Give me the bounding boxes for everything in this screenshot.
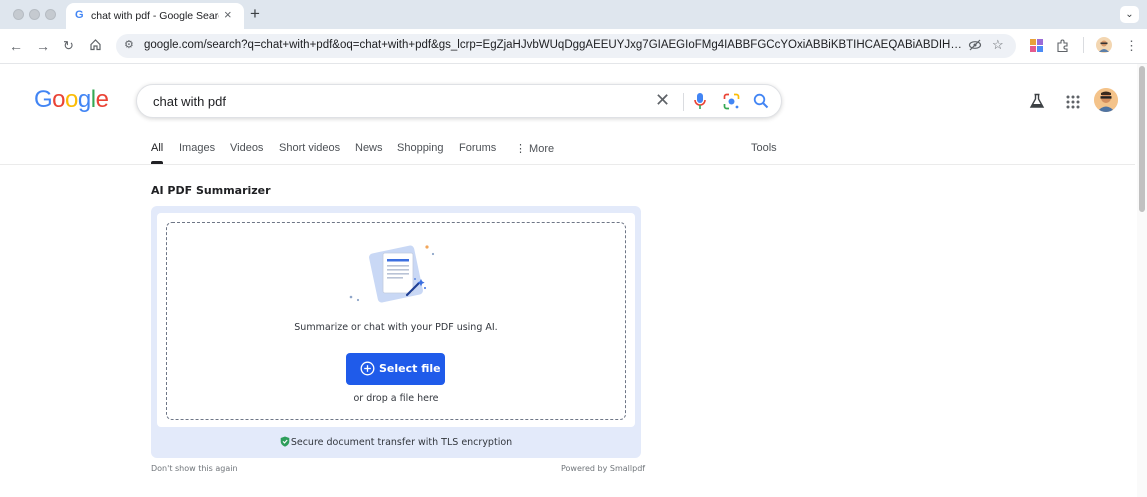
select-file-label: Select file — [379, 362, 441, 375]
profile-avatar-small[interactable] — [1096, 37, 1112, 58]
active-tab-indicator — [151, 161, 163, 164]
back-icon[interactable]: ← — [9, 38, 23, 54]
google-logo[interactable]: Google — [34, 86, 109, 114]
tab-more[interactable]: ⋮ More — [515, 142, 554, 155]
toolbar-divider — [1083, 37, 1084, 53]
logo-letter: G — [34, 86, 53, 113]
select-file-button[interactable]: Select file — [346, 353, 445, 385]
search-input[interactable]: chat with pdf — [153, 94, 226, 109]
tab-forums[interactable]: Forums — [459, 142, 496, 154]
site-settings-icon[interactable]: ⚙ — [124, 38, 134, 51]
browser-tab[interactable]: G chat with pdf - Google Search × — [66, 3, 244, 29]
new-tab-button[interactable]: + — [250, 4, 260, 24]
shield-check-icon — [280, 436, 290, 450]
home-icon[interactable] — [89, 38, 102, 54]
extension-tile-icon[interactable] — [1030, 39, 1043, 57]
dropzone-caption: Summarize or chat with your PDF using AI… — [294, 322, 498, 333]
search-icon[interactable] — [753, 93, 769, 114]
forward-icon[interactable]: → — [36, 38, 50, 54]
tab-news[interactable]: News — [355, 142, 383, 154]
scrollbar-thumb[interactable] — [1139, 66, 1145, 212]
tab-shopping[interactable]: Shopping — [397, 142, 444, 154]
tab-videos[interactable]: Videos — [230, 142, 263, 154]
clear-search-icon[interactable]: ✕ — [655, 90, 670, 111]
powered-by-smallpdf-link[interactable]: Powered by Smallpdf — [561, 464, 645, 473]
eye-off-icon[interactable] — [968, 38, 982, 55]
document-magic-wand-icon — [345, 239, 445, 314]
page-scrollbar[interactable] — [1137, 64, 1147, 497]
search-box[interactable]: chat with pdf ✕ — [136, 84, 782, 118]
account-avatar[interactable] — [1094, 88, 1118, 112]
logo-letter: o — [65, 86, 78, 113]
bookmark-star-icon[interactable]: ☆ — [992, 37, 1004, 53]
drop-hint-text: or drop a file here — [353, 393, 439, 404]
url-text: google.com/search?q=chat+with+pdf&oq=cha… — [144, 39, 964, 51]
tab-search-chevron-icon[interactable]: ⌄ — [1120, 6, 1139, 23]
browser-menu-icon[interactable]: ⋮ — [1125, 38, 1138, 54]
search-labs-flask-icon[interactable] — [1029, 93, 1045, 114]
search-divider — [683, 93, 684, 111]
reload-icon[interactable]: ↻ — [63, 38, 74, 54]
plus-circle-icon — [360, 361, 375, 381]
google-favicon-icon: G — [75, 9, 84, 21]
close-window-button[interactable] — [13, 9, 24, 20]
tab-short-videos[interactable]: Short videos — [279, 142, 340, 154]
extensions-puzzle-icon[interactable] — [1056, 39, 1070, 58]
secure-transfer-note: Secure document transfer with TLS encryp… — [151, 436, 641, 450]
secure-transfer-text: Secure document transfer with TLS encryp… — [290, 437, 513, 448]
pdf-summarizer-card: Summarize or chat with your PDF using AI… — [151, 206, 641, 458]
tab-title: chat with pdf - Google Search — [91, 10, 219, 22]
dont-show-again-link[interactable]: Don't show this again — [151, 464, 238, 473]
logo-letter: g — [77, 86, 91, 113]
tab-images[interactable]: Images — [179, 142, 215, 154]
logo-letter: o — [52, 86, 66, 113]
card-inner-panel: Summarize or chat with your PDF using AI… — [157, 213, 635, 427]
card-title: AI PDF Summarizer — [151, 184, 271, 197]
search-filter-tabs: All Images Videos Short videos News Shop… — [0, 138, 1135, 165]
tab-all[interactable]: All — [151, 142, 163, 154]
google-apps-grid-icon[interactable] — [1066, 95, 1080, 114]
microphone-icon[interactable] — [693, 92, 707, 115]
browser-tab-strip: G chat with pdf - Google Search × + ⌄ — [0, 0, 1147, 29]
close-tab-icon[interactable]: × — [224, 7, 232, 22]
tools-button[interactable]: Tools — [751, 142, 777, 154]
google-lens-icon[interactable] — [723, 93, 740, 115]
minimize-window-button[interactable] — [29, 9, 40, 20]
file-dropzone[interactable]: Summarize or chat with your PDF using AI… — [166, 222, 626, 420]
address-bar[interactable]: ⚙ google.com/search?q=chat+with+pdf&oq=c… — [116, 34, 1016, 58]
logo-letter: e — [95, 86, 109, 113]
zoom-window-button[interactable] — [45, 9, 56, 20]
